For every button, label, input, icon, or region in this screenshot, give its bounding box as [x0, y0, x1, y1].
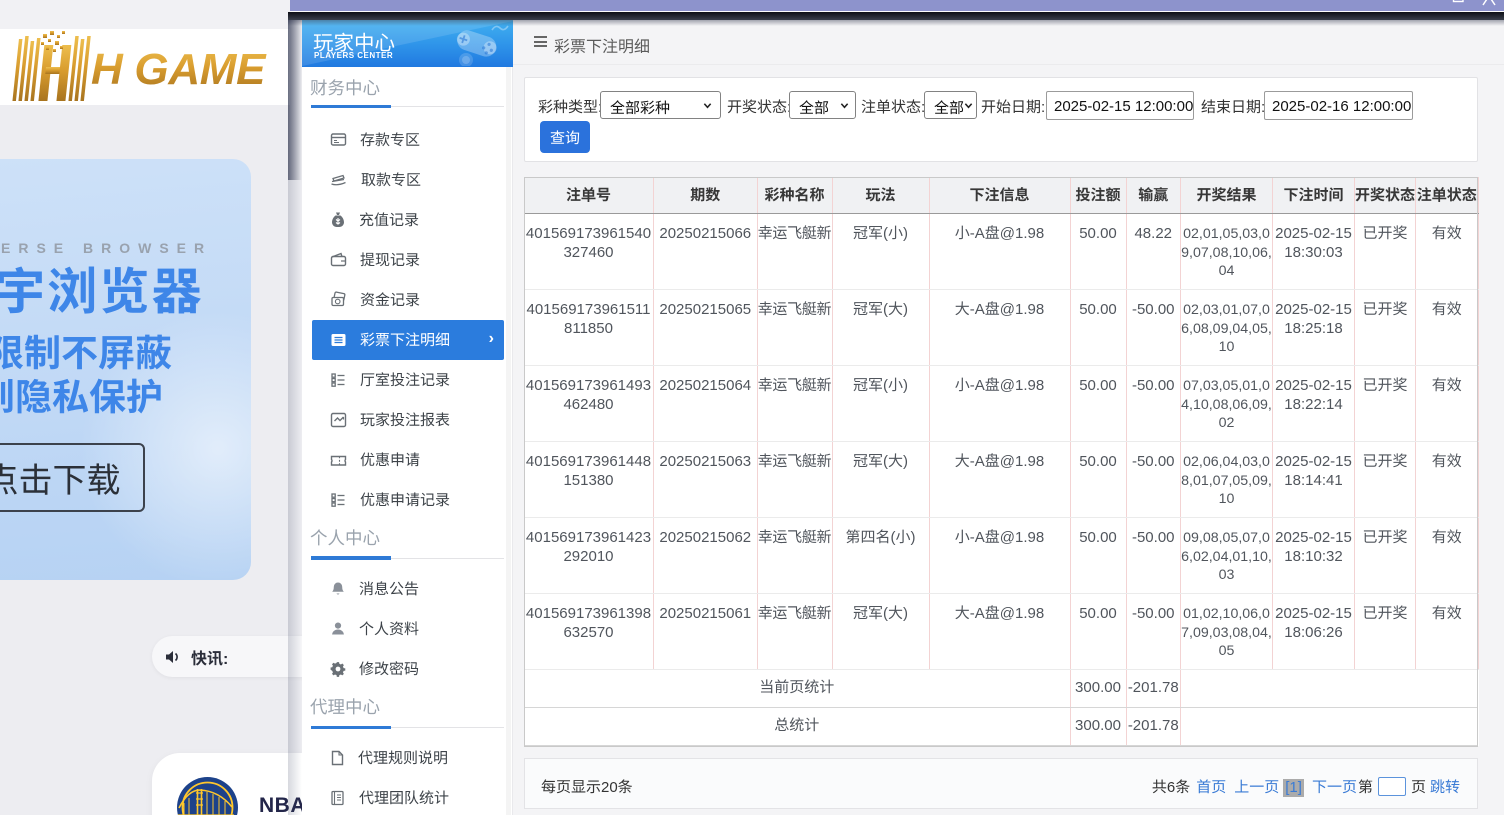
svg-text:H GAME: H GAME — [91, 45, 267, 94]
